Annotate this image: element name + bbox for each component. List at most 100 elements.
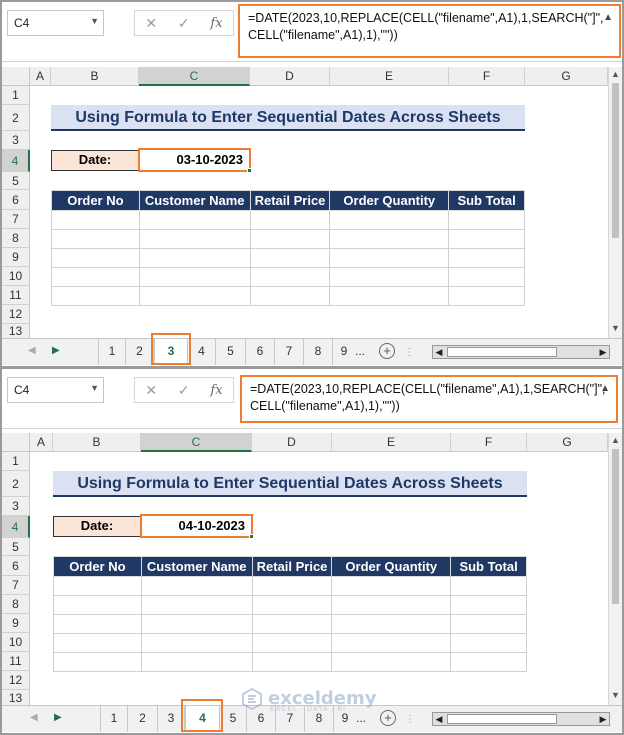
scroll-tabs-right-icon[interactable]: ▶ xyxy=(52,345,60,356)
row-header-4[interactable]: 4 xyxy=(2,516,30,538)
scroll-tabs-left-icon[interactable]: ◀ xyxy=(28,345,36,356)
sheet-tab-1[interactable]: 1 xyxy=(98,339,126,365)
header-order-no[interactable]: Order No xyxy=(51,190,140,211)
table-cell[interactable] xyxy=(249,248,331,268)
table-cell[interactable] xyxy=(331,633,452,653)
formula-input[interactable]: =DATE(2023,10,REPLACE(CELL("filename",A1… xyxy=(238,4,621,58)
row-header-8[interactable]: 8 xyxy=(2,595,30,614)
header-retail-price[interactable]: Retail Price xyxy=(249,190,331,211)
table-cell[interactable] xyxy=(51,286,140,306)
table-cell[interactable] xyxy=(249,229,331,249)
table-cell[interactable] xyxy=(138,286,251,306)
sheet-tab-7[interactable]: 7 xyxy=(275,339,304,365)
header-customer-name[interactable]: Customer Name xyxy=(140,556,253,577)
column-header-d[interactable]: D xyxy=(252,433,332,452)
sheet-tab-6[interactable]: 6 xyxy=(246,339,275,365)
table-cell[interactable] xyxy=(331,614,452,634)
table-cell[interactable] xyxy=(138,229,251,249)
more-sheets-ellipsis[interactable]: ... xyxy=(355,339,365,363)
table-cell[interactable] xyxy=(140,652,253,672)
row-header-9[interactable]: 9 xyxy=(2,614,30,633)
row-header-10[interactable]: 10 xyxy=(2,633,30,652)
tab-splitter-handle[interactable]: ⋮ xyxy=(404,347,415,358)
enter-icon[interactable]: ✓ xyxy=(178,15,190,32)
scroll-right-icon[interactable]: ▶ xyxy=(597,712,609,726)
formula-input[interactable]: =DATE(2023,10,REPLACE(CELL("filename",A1… xyxy=(240,375,618,423)
sheet-tab-2[interactable]: 2 xyxy=(126,339,154,365)
row-header-6[interactable]: 6 xyxy=(2,190,30,210)
row-header-7[interactable]: 7 xyxy=(2,210,30,229)
scroll-right-icon[interactable]: ▶ xyxy=(597,345,609,359)
vertical-scrollbar[interactable]: ▲ ▼ xyxy=(608,433,622,706)
table-cell[interactable] xyxy=(249,210,331,230)
row-header-2[interactable]: 2 xyxy=(2,471,30,497)
chevron-up-icon[interactable]: ▲ xyxy=(603,9,613,26)
table-cell[interactable] xyxy=(138,248,251,268)
horizontal-scrollbar[interactable]: ◀ ▶ xyxy=(432,345,610,359)
row-header-2[interactable]: 2 xyxy=(2,105,30,131)
table-cell[interactable] xyxy=(450,633,527,653)
table-cell[interactable] xyxy=(450,614,527,634)
table-cell[interactable] xyxy=(251,652,333,672)
table-cell[interactable] xyxy=(448,286,525,306)
table-cell[interactable] xyxy=(251,595,333,615)
column-header-g[interactable]: G xyxy=(525,67,608,86)
row-header-4[interactable]: 4 xyxy=(2,150,30,172)
column-header-d[interactable]: D xyxy=(250,67,330,86)
horizontal-scroll-thumb[interactable] xyxy=(447,714,557,724)
horizontal-scrollbar[interactable]: ◀ ▶ xyxy=(432,712,610,726)
name-box[interactable]: C4 ▼ xyxy=(7,377,104,403)
header-customer-name[interactable]: Customer Name xyxy=(138,190,251,211)
table-cell[interactable] xyxy=(140,614,253,634)
column-header-a[interactable]: A xyxy=(30,433,53,452)
table-cell[interactable] xyxy=(450,576,527,596)
sheet-tab-1[interactable]: 1 xyxy=(100,706,128,732)
row-header-11[interactable]: 11 xyxy=(2,652,30,671)
column-header-c[interactable]: C xyxy=(139,67,250,86)
row-header-13[interactable]: 13 xyxy=(2,690,30,706)
row-header-8[interactable]: 8 xyxy=(2,229,30,248)
column-header-c[interactable]: C xyxy=(141,433,252,452)
chevron-down-icon[interactable]: ▼ xyxy=(90,383,99,393)
column-header-e[interactable]: E xyxy=(332,433,451,452)
sheet-tab-5[interactable]: 5 xyxy=(216,339,246,365)
row-header-13[interactable]: 13 xyxy=(2,324,30,339)
scroll-up-icon[interactable]: ▲ xyxy=(611,435,620,445)
header-sub-total[interactable]: Sub Total xyxy=(448,190,525,211)
row-header-5[interactable]: 5 xyxy=(2,538,30,556)
row-header-5[interactable]: 5 xyxy=(2,172,30,190)
fill-handle[interactable] xyxy=(249,534,254,539)
table-cell[interactable] xyxy=(53,576,142,596)
cancel-icon[interactable]: ✕ xyxy=(145,382,157,399)
table-cell[interactable] xyxy=(331,652,452,672)
table-cell[interactable] xyxy=(329,286,450,306)
table-cell[interactable] xyxy=(140,595,253,615)
table-cell[interactable] xyxy=(138,210,251,230)
sheet-tab-2[interactable]: 2 xyxy=(128,706,158,732)
table-cell[interactable] xyxy=(331,576,452,596)
table-cell[interactable] xyxy=(329,229,450,249)
scroll-down-icon[interactable]: ▼ xyxy=(611,323,620,333)
header-retail-price[interactable]: Retail Price xyxy=(251,556,333,577)
table-cell[interactable] xyxy=(251,614,333,634)
column-header-b[interactable]: B xyxy=(51,67,139,86)
row-header-6[interactable]: 6 xyxy=(2,556,30,576)
tab-splitter-handle[interactable]: ⋮ xyxy=(405,714,416,725)
row-header-11[interactable]: 11 xyxy=(2,286,30,305)
add-sheet-icon[interactable]: + xyxy=(379,343,395,359)
table-cell[interactable] xyxy=(329,267,450,287)
row-header-7[interactable]: 7 xyxy=(2,576,30,595)
scroll-down-icon[interactable]: ▼ xyxy=(611,690,620,700)
column-header-f[interactable]: F xyxy=(451,433,527,452)
column-header-b[interactable]: B xyxy=(53,433,141,452)
table-cell[interactable] xyxy=(448,229,525,249)
vertical-scroll-thumb[interactable] xyxy=(612,83,619,238)
column-header-f[interactable]: F xyxy=(449,67,525,86)
vertical-scrollbar[interactable]: ▲ ▼ xyxy=(608,67,622,339)
table-cell[interactable] xyxy=(138,267,251,287)
cancel-icon[interactable]: ✕ xyxy=(145,15,157,32)
sheet-tab-8[interactable]: 8 xyxy=(304,339,333,365)
table-cell[interactable] xyxy=(51,248,140,268)
fill-handle[interactable] xyxy=(247,168,252,173)
table-cell[interactable] xyxy=(251,633,333,653)
